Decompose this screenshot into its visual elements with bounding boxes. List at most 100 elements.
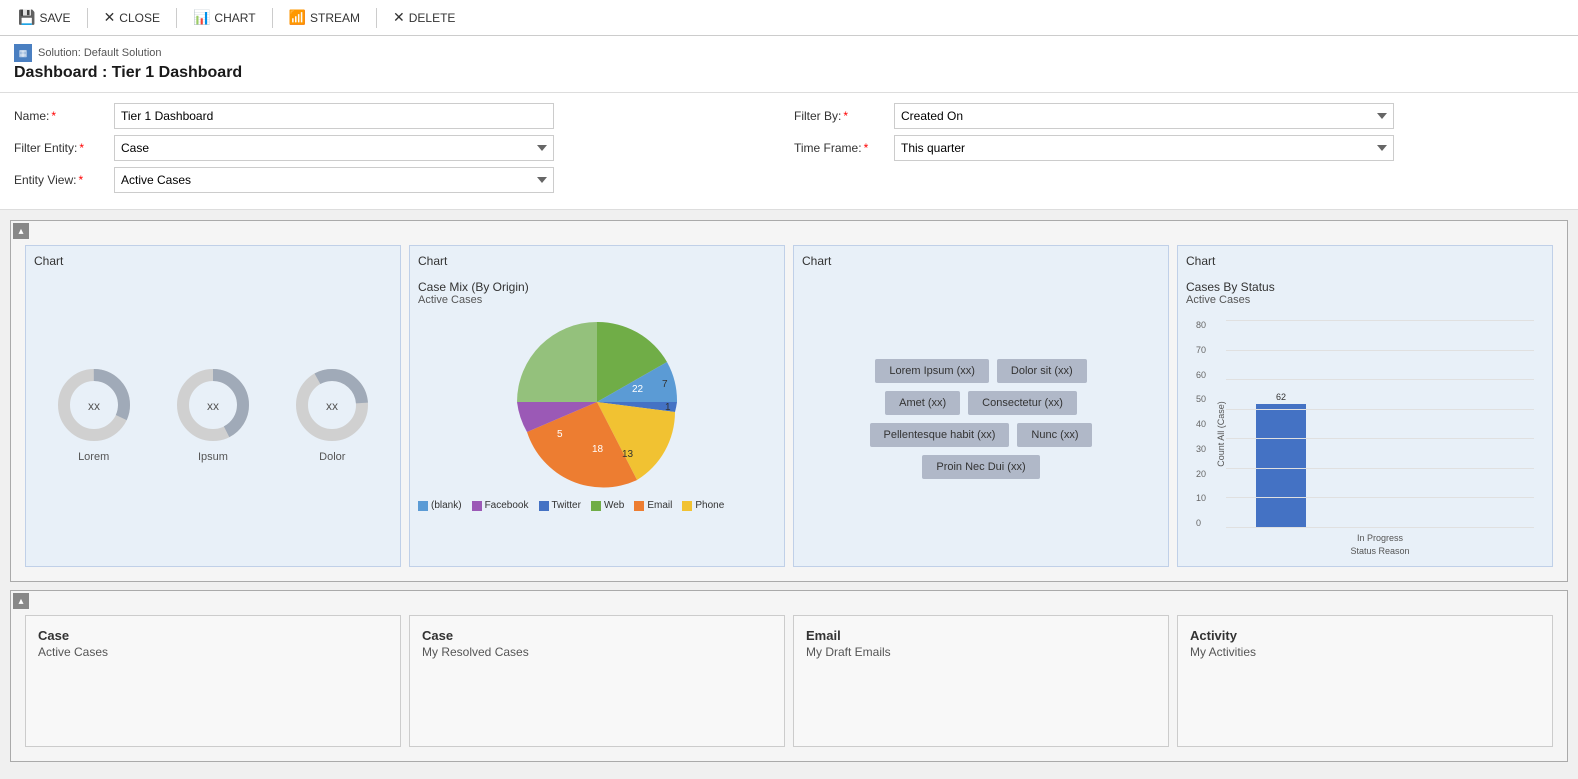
name-label: Name: * — [14, 109, 104, 123]
page-header: ▦ Solution: Default Solution Dashboard :… — [0, 36, 1578, 93]
legend-item-web: Web — [591, 500, 624, 511]
svg-text:5: 5 — [557, 429, 563, 440]
donut-row: xx Lorem xx Ipsum — [34, 365, 392, 463]
section-handle-list[interactable]: ▴ — [13, 593, 29, 609]
name-input[interactable] — [114, 103, 554, 129]
chart4-title: Chart — [1186, 254, 1544, 272]
list-entity-2: Case — [422, 628, 772, 643]
bar-view-label: Active Cases — [1186, 294, 1544, 306]
x-axis-sublabel: Status Reason — [1226, 546, 1534, 556]
filter-entity-select[interactable]: Case — [114, 135, 554, 161]
filter-by-row: Filter By: * Created On — [794, 103, 1564, 129]
stream-icon: 📶 — [289, 9, 306, 26]
tag-row-1: Lorem Ipsum (xx) Dolor sit (xx) — [875, 359, 1086, 383]
legend-dot-twitter — [539, 501, 549, 511]
tag-amet[interactable]: Amet (xx) — [885, 391, 960, 415]
chart-panel-3: Chart Lorem Ipsum (xx) Dolor sit (xx) Am… — [793, 245, 1169, 567]
charts-section: ▴ Chart xx Lorem — [10, 220, 1568, 582]
list-view-1: Active Cases — [38, 645, 388, 659]
time-frame-label: Time Frame: * — [794, 141, 884, 155]
tag-cloud: Lorem Ipsum (xx) Dolor sit (xx) Amet (xx… — [802, 280, 1160, 558]
tag-dolor-sit[interactable]: Dolor sit (xx) — [997, 359, 1087, 383]
section-handle-charts[interactable]: ▴ — [13, 223, 29, 239]
pie-chart-svg: 22 18 13 5 7 1 — [507, 312, 687, 492]
tag-row-3: Pellentesque habit (xx) Nunc (xx) — [870, 423, 1093, 447]
tag-nunc[interactable]: Nunc (xx) — [1017, 423, 1092, 447]
donut-label-3: Dolor — [319, 451, 345, 463]
chart3-title: Chart — [802, 254, 1160, 272]
separator3 — [272, 8, 273, 28]
list-entity-3: Email — [806, 628, 1156, 643]
svg-text:xx: xx — [88, 399, 100, 413]
chart2-title: Chart — [418, 254, 776, 272]
svg-text:1: 1 — [665, 402, 671, 413]
bar-chart-subtitle: Cases By Status — [1186, 280, 1544, 294]
legend-dot-facebook — [472, 501, 482, 511]
close-label: CLOSE — [119, 11, 160, 25]
chart-panel-1: Chart xx Lorem — [25, 245, 401, 567]
save-button[interactable]: 💾 SAVE — [10, 6, 79, 29]
delete-button[interactable]: ✕ DELETE — [385, 6, 463, 29]
toolbar: 💾 SAVE ✕ CLOSE 📊 CHART 📶 STREAM ✕ DELETE — [0, 0, 1578, 36]
bar-chart-wrap: Count All (Case) 80 70 60 50 40 30 20 10… — [1186, 310, 1544, 558]
donut-label-1: Lorem — [78, 451, 109, 463]
right-form: Filter By: * Created On Time Frame: * Th… — [794, 103, 1564, 199]
list-container: Case Active Cases Case My Resolved Cases… — [11, 591, 1567, 761]
pie-legend: (blank) Facebook Twitter Web — [418, 500, 724, 511]
entity-view-row: Entity View: * Active Cases — [14, 167, 784, 193]
list-panel-1: Case Active Cases — [25, 615, 401, 747]
close-icon: ✕ — [104, 9, 116, 26]
stream-label: STREAM — [310, 11, 360, 25]
left-form: Name: * Filter Entity: * Case Entity Vie… — [14, 103, 784, 199]
list-view-2: My Resolved Cases — [422, 645, 772, 659]
donut-chart-2: xx — [173, 365, 253, 445]
list-view-3: My Draft Emails — [806, 645, 1156, 659]
legend-item-email: Email — [634, 500, 672, 511]
legend-dot-web — [591, 501, 601, 511]
stream-button[interactable]: 📶 STREAM — [281, 6, 368, 29]
tag-row-4: Proin Nec Dui (xx) — [922, 455, 1039, 479]
legend-item-twitter: Twitter — [539, 500, 581, 511]
entity-view-label: Entity View: * — [14, 173, 104, 187]
bar-area: Cases By Status Active Cases Count All (… — [1186, 280, 1544, 558]
donut-chart-3: xx — [292, 365, 372, 445]
charts-container: Chart xx Lorem — [11, 221, 1567, 581]
form-row: Name: * Filter Entity: * Case Entity Vie… — [14, 103, 1564, 199]
donut-item-3: xx Dolor — [292, 365, 372, 463]
entity-view-select[interactable]: Active Cases — [114, 167, 554, 193]
donut-label-2: Ipsum — [198, 451, 228, 463]
list-panel-2: Case My Resolved Cases — [409, 615, 785, 747]
tag-row-2: Amet (xx) Consectetur (xx) — [885, 391, 1077, 415]
list-panel-3: Email My Draft Emails — [793, 615, 1169, 747]
chart-button[interactable]: 📊 CHART — [185, 6, 264, 29]
tag-consectetur[interactable]: Consectetur (xx) — [968, 391, 1077, 415]
close-button[interactable]: ✕ CLOSE — [96, 6, 168, 29]
form-area: Name: * Filter Entity: * Case Entity Vie… — [0, 93, 1578, 210]
tag-lorem-ipsum[interactable]: Lorem Ipsum (xx) — [875, 359, 989, 383]
main-content: ▴ Chart xx Lorem — [0, 210, 1578, 772]
delete-label: DELETE — [409, 11, 456, 25]
donut-chart-1: xx — [54, 365, 134, 445]
tag-pellentesque[interactable]: Pellentesque habit (xx) — [870, 423, 1010, 447]
svg-text:7: 7 — [662, 379, 668, 390]
solution-icon: ▦ — [14, 44, 32, 62]
legend-dot-email — [634, 501, 644, 511]
legend-item-facebook: Facebook — [472, 500, 529, 511]
legend-item-phone: Phone — [682, 500, 724, 511]
tag-proin[interactable]: Proin Nec Dui (xx) — [922, 455, 1039, 479]
pie-subtitle: Active Cases — [418, 294, 482, 306]
bar-grid — [1226, 320, 1534, 528]
legend-item-blank: (blank) — [418, 500, 462, 511]
separator — [87, 8, 88, 28]
page-title: Dashboard : Tier 1 Dashboard — [14, 64, 1564, 82]
chart-panel-2: Chart Case Mix (By Origin) Active Cases — [409, 245, 785, 567]
donut-item-2: xx Ipsum — [173, 365, 253, 463]
filter-by-select[interactable]: Created On — [894, 103, 1394, 129]
chart1-title: Chart — [34, 254, 392, 272]
time-frame-select[interactable]: This quarter — [894, 135, 1394, 161]
svg-text:xx: xx — [326, 399, 338, 413]
svg-text:22: 22 — [632, 384, 644, 395]
svg-text:13: 13 — [622, 449, 634, 460]
list-section: ▴ Case Active Cases Case My Resolved Cas… — [10, 590, 1568, 762]
save-icon: 💾 — [18, 9, 35, 26]
